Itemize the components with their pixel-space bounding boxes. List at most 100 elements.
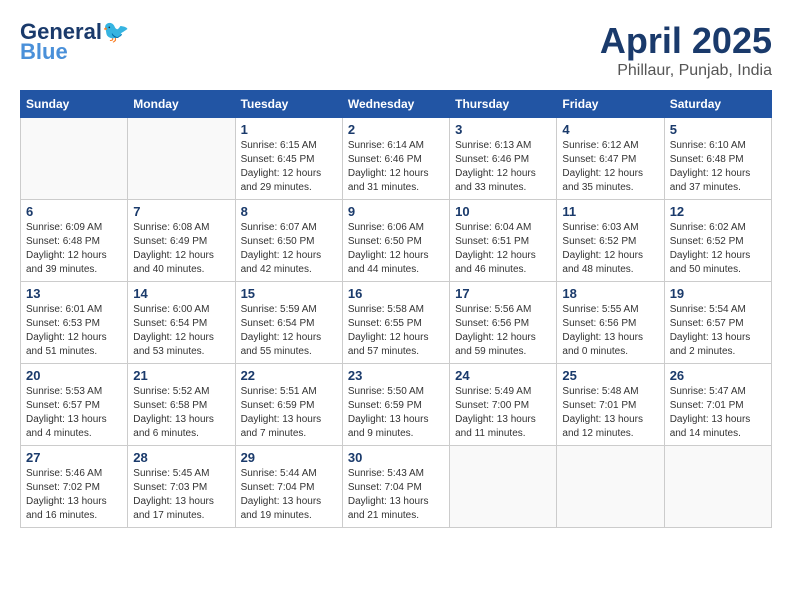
day-number: 14 [133, 286, 229, 301]
logo-line2: Blue [20, 40, 68, 64]
col-header-sunday: Sunday [21, 91, 128, 118]
page-header: General🐦 Blue April 2025 Phillaur, Punja… [20, 20, 772, 80]
day-number: 30 [348, 450, 444, 465]
calendar-cell: 14 Sunrise: 6:00 AM Sunset: 6:54 PM Dayli… [128, 282, 235, 364]
day-number: 11 [562, 204, 658, 219]
day-number: 17 [455, 286, 551, 301]
calendar-cell: 20 Sunrise: 5:53 AM Sunset: 6:57 PM Dayli… [21, 364, 128, 446]
day-info: Sunrise: 6:04 AM Sunset: 6:51 PM Dayligh… [455, 221, 551, 277]
day-info: Sunrise: 5:56 AM Sunset: 6:56 PM Dayligh… [455, 303, 551, 359]
calendar-cell: 9Sunrise: 6:06 AM Sunset: 6:50 PM Daylig… [342, 200, 449, 282]
calendar-cell: 27 Sunrise: 5:46 AM Sunset: 7:02 PM Dayli… [21, 446, 128, 528]
day-info: Sunrise: 5:54 AM Sunset: 6:57 PM Dayligh… [670, 303, 766, 359]
day-info: Sunrise: 5:49 AM Sunset: 7:00 PM Dayligh… [455, 385, 551, 441]
calendar-cell: 13 Sunrise: 6:01 AM Sunset: 6:53 PM Dayli… [21, 282, 128, 364]
day-info: Sunrise: 5:47 AM Sunset: 7:01 PM Dayligh… [670, 385, 766, 441]
calendar-cell: 12 Sunrise: 6:02 AM Sunset: 6:52 PM Dayli… [664, 200, 771, 282]
col-header-friday: Friday [557, 91, 664, 118]
day-number: 24 [455, 368, 551, 383]
day-number: 27 [26, 450, 122, 465]
day-number: 20 [26, 368, 122, 383]
week-row-1: 1 Sunrise: 6:15 AM Sunset: 6:45 PM Daylig… [21, 118, 772, 200]
calendar-cell: 29 Sunrise: 5:44 AM Sunset: 7:04 PM Dayli… [235, 446, 342, 528]
calendar-cell: 22 Sunrise: 5:51 AM Sunset: 6:59 PM Dayli… [235, 364, 342, 446]
calendar-cell: 1 Sunrise: 6:15 AM Sunset: 6:45 PM Daylig… [235, 118, 342, 200]
col-header-saturday: Saturday [664, 91, 771, 118]
day-number: 16 [348, 286, 444, 301]
day-info: Sunrise: 5:52 AM Sunset: 6:58 PM Dayligh… [133, 385, 229, 441]
day-info: Sunrise: 5:46 AM Sunset: 7:02 PM Dayligh… [26, 467, 122, 523]
day-info: Sunrise: 6:01 AM Sunset: 6:53 PM Dayligh… [26, 303, 122, 359]
calendar-cell: 4 Sunrise: 6:12 AM Sunset: 6:47 PM Daylig… [557, 118, 664, 200]
day-number: 26 [670, 368, 766, 383]
day-number: 18 [562, 286, 658, 301]
day-info: Sunrise: 5:44 AM Sunset: 7:04 PM Dayligh… [241, 467, 337, 523]
day-number: 13 [26, 286, 122, 301]
day-number: 6 [26, 204, 122, 219]
day-number: 9 [348, 204, 444, 219]
calendar-cell: 28 Sunrise: 5:45 AM Sunset: 7:03 PM Dayli… [128, 446, 235, 528]
calendar-cell: 24 Sunrise: 5:49 AM Sunset: 7:00 PM Dayli… [450, 364, 557, 446]
calendar-header-row: SundayMondayTuesdayWednesdayThursdayFrid… [21, 91, 772, 118]
calendar-cell [450, 446, 557, 528]
day-number: 25 [562, 368, 658, 383]
day-number: 1 [241, 122, 337, 137]
day-info: Sunrise: 6:12 AM Sunset: 6:47 PM Dayligh… [562, 139, 658, 195]
col-header-monday: Monday [128, 91, 235, 118]
calendar-cell: 18Sunrise: 5:55 AM Sunset: 6:56 PM Dayli… [557, 282, 664, 364]
calendar-cell: 3 Sunrise: 6:13 AM Sunset: 6:46 PM Daylig… [450, 118, 557, 200]
day-number: 10 [455, 204, 551, 219]
day-number: 22 [241, 368, 337, 383]
day-number: 29 [241, 450, 337, 465]
calendar-cell: 25Sunrise: 5:48 AM Sunset: 7:01 PM Dayli… [557, 364, 664, 446]
col-header-wednesday: Wednesday [342, 91, 449, 118]
month-title: April 2025 [600, 20, 772, 62]
day-info: Sunrise: 6:10 AM Sunset: 6:48 PM Dayligh… [670, 139, 766, 195]
day-number: 15 [241, 286, 337, 301]
day-info: Sunrise: 6:00 AM Sunset: 6:54 PM Dayligh… [133, 303, 229, 359]
calendar-cell: 19 Sunrise: 5:54 AM Sunset: 6:57 PM Dayli… [664, 282, 771, 364]
day-number: 2 [348, 122, 444, 137]
day-number: 4 [562, 122, 658, 137]
calendar-cell: 23Sunrise: 5:50 AM Sunset: 6:59 PM Dayli… [342, 364, 449, 446]
day-info: Sunrise: 6:13 AM Sunset: 6:46 PM Dayligh… [455, 139, 551, 195]
day-info: Sunrise: 6:08 AM Sunset: 6:49 PM Dayligh… [133, 221, 229, 277]
day-info: Sunrise: 6:14 AM Sunset: 6:46 PM Dayligh… [348, 139, 444, 195]
calendar-cell: 16 Sunrise: 5:58 AM Sunset: 6:55 PM Dayli… [342, 282, 449, 364]
location-title: Phillaur, Punjab, India [600, 62, 772, 80]
day-number: 5 [670, 122, 766, 137]
day-number: 28 [133, 450, 229, 465]
day-number: 8 [241, 204, 337, 219]
day-info: Sunrise: 5:53 AM Sunset: 6:57 PM Dayligh… [26, 385, 122, 441]
calendar-cell: 11Sunrise: 6:03 AM Sunset: 6:52 PM Dayli… [557, 200, 664, 282]
day-number: 19 [670, 286, 766, 301]
day-info: Sunrise: 5:59 AM Sunset: 6:54 PM Dayligh… [241, 303, 337, 359]
day-info: Sunrise: 5:58 AM Sunset: 6:55 PM Dayligh… [348, 303, 444, 359]
day-info: Sunrise: 5:45 AM Sunset: 7:03 PM Dayligh… [133, 467, 229, 523]
day-info: Sunrise: 5:51 AM Sunset: 6:59 PM Dayligh… [241, 385, 337, 441]
day-info: Sunrise: 6:02 AM Sunset: 6:52 PM Dayligh… [670, 221, 766, 277]
calendar-cell: 7 Sunrise: 6:08 AM Sunset: 6:49 PM Daylig… [128, 200, 235, 282]
day-info: Sunrise: 5:50 AM Sunset: 6:59 PM Dayligh… [348, 385, 444, 441]
day-info: Sunrise: 6:09 AM Sunset: 6:48 PM Dayligh… [26, 221, 122, 277]
calendar-cell [128, 118, 235, 200]
calendar-cell: 21 Sunrise: 5:52 AM Sunset: 6:58 PM Dayli… [128, 364, 235, 446]
week-row-5: 27 Sunrise: 5:46 AM Sunset: 7:02 PM Dayli… [21, 446, 772, 528]
calendar-cell [21, 118, 128, 200]
col-header-tuesday: Tuesday [235, 91, 342, 118]
day-number: 21 [133, 368, 229, 383]
day-info: Sunrise: 6:07 AM Sunset: 6:50 PM Dayligh… [241, 221, 337, 277]
calendar-cell: 2 Sunrise: 6:14 AM Sunset: 6:46 PM Daylig… [342, 118, 449, 200]
day-number: 3 [455, 122, 551, 137]
day-number: 12 [670, 204, 766, 219]
day-info: Sunrise: 6:15 AM Sunset: 6:45 PM Dayligh… [241, 139, 337, 195]
calendar-table: SundayMondayTuesdayWednesdayThursdayFrid… [20, 90, 772, 528]
calendar-cell [557, 446, 664, 528]
calendar-cell: 30Sunrise: 5:43 AM Sunset: 7:04 PM Dayli… [342, 446, 449, 528]
week-row-2: 6 Sunrise: 6:09 AM Sunset: 6:48 PM Daylig… [21, 200, 772, 282]
calendar-cell: 5 Sunrise: 6:10 AM Sunset: 6:48 PM Daylig… [664, 118, 771, 200]
calendar-cell: 26 Sunrise: 5:47 AM Sunset: 7:01 PM Dayli… [664, 364, 771, 446]
calendar-cell: 8 Sunrise: 6:07 AM Sunset: 6:50 PM Daylig… [235, 200, 342, 282]
day-number: 7 [133, 204, 229, 219]
calendar-cell: 6 Sunrise: 6:09 AM Sunset: 6:48 PM Daylig… [21, 200, 128, 282]
